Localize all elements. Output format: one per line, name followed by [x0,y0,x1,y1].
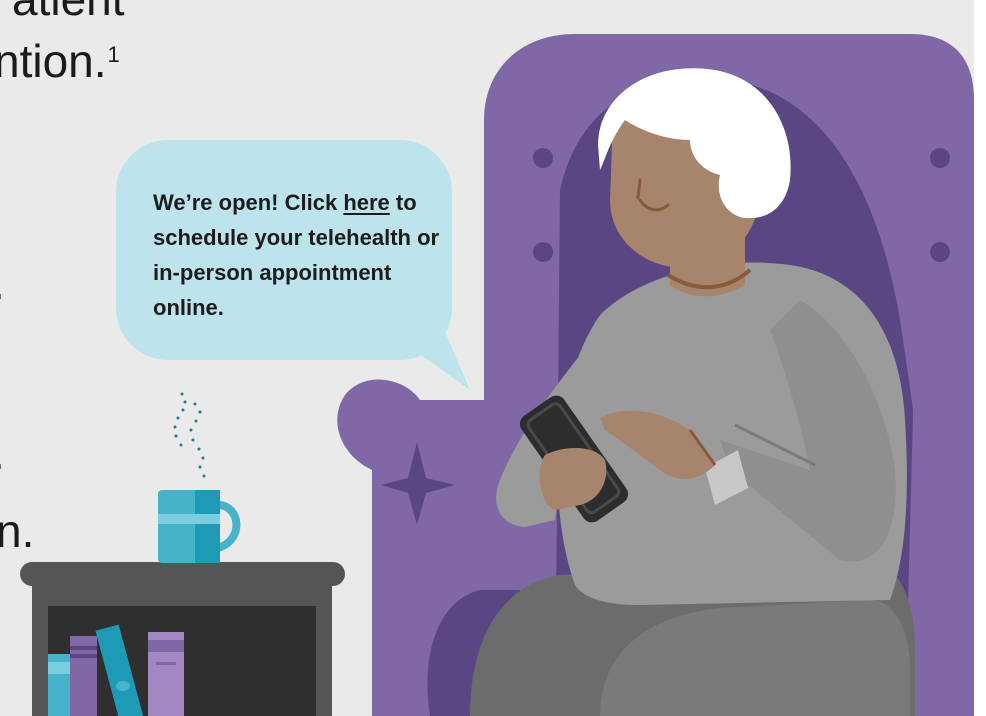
headline-fragment-1: atient [12,0,125,22]
illustration-panel: atient ntion.1 . . n. We’re open! Click … [0,0,974,716]
schedule-link[interactable]: here [343,190,389,215]
footnote-marker: 1 [107,42,120,67]
text-fragment-4: . [0,430,5,476]
coffee-mug [158,490,241,563]
steam [173,392,206,478]
speech-bubble-text: We’re open! Click here to schedule your … [153,185,443,325]
telehealth-illustration [20,34,974,716]
text-fragment-5: n. [0,505,35,557]
headline-fragment-2: ntion.1 [0,35,120,87]
text-fragment-3: . [0,260,5,306]
bubble-text-start: We’re open! Click [153,190,344,215]
side-table [20,562,345,716]
